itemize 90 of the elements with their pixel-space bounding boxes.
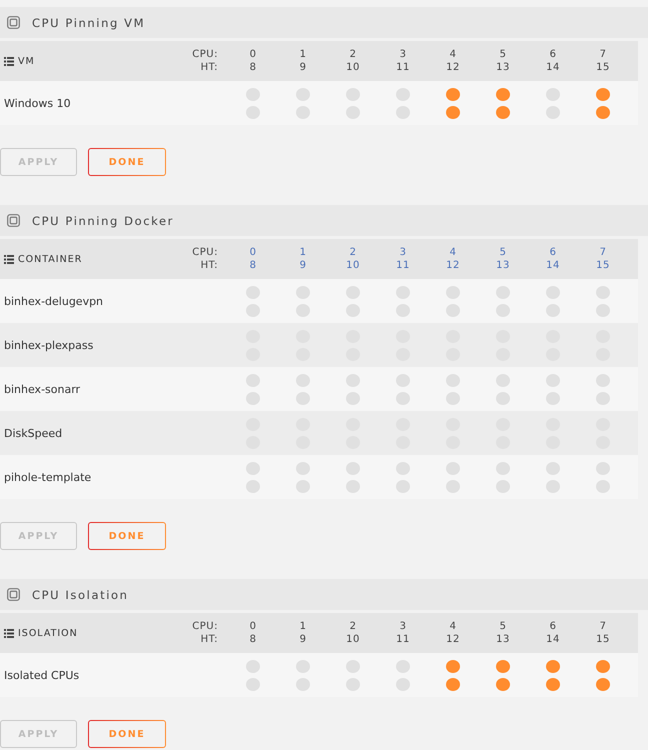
square-icon [7, 214, 20, 227]
action-button[interactable]: DONE [88, 522, 166, 550]
pin-dot-icon[interactable] [496, 660, 510, 672]
cpu-number: 2 [350, 620, 356, 633]
ht-number: 8 [250, 633, 256, 646]
ht-number: 11 [396, 633, 410, 646]
ht-number: 12 [446, 61, 460, 74]
cpu-number: 7 [600, 620, 606, 633]
pin-dot-icon[interactable] [596, 88, 610, 100]
cpu-number[interactable]: 0 [250, 246, 256, 259]
ht-number: 9 [300, 633, 306, 646]
ht-number: 10 [346, 633, 360, 646]
ht-number: 11 [396, 61, 410, 74]
ht-label: HT: [200, 259, 218, 272]
ht-number: 13 [496, 633, 510, 646]
cpu-number[interactable]: 1 [300, 246, 306, 259]
pin-dot-icon[interactable] [596, 678, 610, 690]
pin-dot-icon[interactable] [496, 678, 510, 690]
action-button[interactable]: DONE [88, 720, 166, 748]
cpu-number: 3 [400, 48, 406, 61]
cpu-number: 5 [500, 48, 506, 61]
ht-number[interactable]: 9 [300, 259, 306, 272]
pin-dot-icon[interactable] [496, 106, 510, 118]
row-name: binhex-delugevpn [4, 294, 104, 308]
cpu-number: 6 [550, 620, 556, 633]
square-icon [7, 588, 20, 601]
cpu-number: 7 [600, 48, 606, 61]
ht-number[interactable]: 14 [546, 259, 560, 272]
ht-number: 15 [596, 61, 610, 74]
ht-number: 8 [250, 61, 256, 74]
cpu-number[interactable]: 4 [450, 246, 456, 259]
cpu-number[interactable]: 5 [500, 246, 506, 259]
cpu-number[interactable]: 7 [600, 246, 606, 259]
column-heading: ISOLATION [18, 628, 78, 638]
ht-number: 15 [596, 633, 610, 646]
row-name: DiskSpeed [4, 426, 62, 440]
ht-number: 12 [446, 633, 460, 646]
ht-number[interactable]: 15 [596, 259, 610, 272]
column-heading: VM [18, 56, 35, 66]
row-name: Windows 10 [4, 96, 71, 110]
row-name: pihole-template [4, 470, 92, 484]
ht-number: 14 [546, 633, 560, 646]
cpu-number: 0 [250, 48, 256, 61]
cpu-number: 0 [250, 620, 256, 633]
ht-number: 9 [300, 61, 306, 74]
pin-dot-icon[interactable] [446, 88, 460, 100]
list-icon [4, 628, 14, 638]
pin-dot-icon[interactable] [496, 88, 510, 100]
pin-dot-icon[interactable] [596, 106, 610, 118]
pin-dot-icon[interactable] [546, 660, 560, 672]
cpu-number: 1 [300, 620, 306, 633]
square-icon [7, 16, 20, 29]
cpu-number: 4 [450, 620, 456, 633]
cpu-number: 6 [550, 48, 556, 61]
cpu-number: 3 [400, 620, 406, 633]
row-name: binhex-plexpass [4, 338, 94, 352]
ht-number: 13 [496, 61, 510, 74]
pin-dot-icon[interactable] [446, 678, 460, 690]
pin-dot-icon[interactable] [546, 678, 560, 690]
cpu-number: 1 [300, 48, 306, 61]
column-heading: CONTAINER [18, 254, 82, 264]
ht-number[interactable]: 13 [496, 259, 510, 272]
cpu-number: 2 [350, 48, 356, 61]
pin-dot-icon[interactable] [446, 660, 460, 672]
pin-dot-icon[interactable] [596, 660, 610, 672]
ht-number[interactable]: 11 [396, 259, 410, 272]
cpu-number[interactable]: 6 [550, 246, 556, 259]
ht-number: 14 [546, 61, 560, 74]
ht-number[interactable]: 10 [346, 259, 360, 272]
cpu-label: CPU: [192, 620, 218, 633]
cpu-number[interactable]: 3 [400, 246, 406, 259]
list-icon [4, 56, 14, 66]
pin-dot-icon[interactable] [446, 106, 460, 118]
cpu-number[interactable]: 2 [350, 246, 356, 259]
cpu-label: CPU: [192, 48, 218, 61]
ht-number[interactable]: 8 [250, 259, 256, 272]
ht-label: HT: [200, 61, 218, 74]
row-name: binhex-sonarr [4, 382, 80, 396]
ht-label: HT: [200, 633, 218, 646]
cpu-number: 4 [450, 48, 456, 61]
row-name: Isolated CPUs [4, 668, 80, 682]
section-title: CPU Pinning Docker [32, 214, 174, 228]
ht-number[interactable]: 12 [446, 259, 460, 272]
cpu-label: CPU: [192, 246, 218, 259]
ht-number: 10 [346, 61, 360, 74]
list-icon [4, 254, 14, 264]
action-button[interactable]: DONE [88, 148, 166, 176]
section-title: CPU Isolation [32, 588, 129, 602]
cpu-number: 5 [500, 620, 506, 633]
section-title: CPU Pinning VM [32, 16, 146, 30]
